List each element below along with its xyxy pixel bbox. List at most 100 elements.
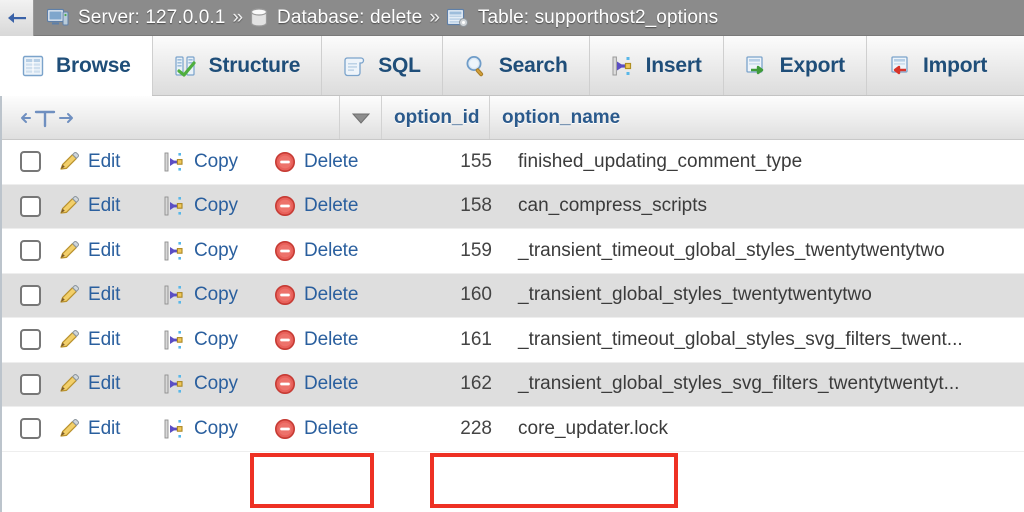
- tab-structure-label: Structure: [208, 53, 301, 77]
- copy-link[interactable]: Copy: [164, 240, 274, 262]
- row-checkbox[interactable]: [19, 151, 41, 173]
- pencil-icon: [58, 151, 80, 173]
- chevron-down-icon: [351, 113, 370, 124]
- row-select-cell[interactable]: [2, 151, 58, 173]
- tab-sql[interactable]: SQL: [322, 36, 443, 95]
- copy-link[interactable]: Copy: [164, 151, 274, 173]
- delete-link[interactable]: Delete: [274, 195, 394, 217]
- row-checkbox[interactable]: [19, 329, 41, 351]
- sort-dropdown-caret[interactable]: [340, 96, 382, 139]
- delete-link[interactable]: Delete: [274, 329, 394, 351]
- pencil-icon: [58, 195, 80, 217]
- table-row[interactable]: Edit Copy: [2, 184, 1024, 229]
- breadcrumb-server[interactable]: Server: 127.0.0.1: [34, 7, 225, 29]
- grid-header-row: option_id option_name: [2, 96, 1024, 140]
- delete-icon: [274, 418, 296, 440]
- table-row[interactable]: Edit Copy: [2, 362, 1024, 407]
- edit-link[interactable]: Edit: [58, 151, 164, 173]
- breadcrumb-separator-1: »: [232, 6, 244, 28]
- cell-option-name: _transient_global_styles_svg_filters_twe…: [518, 373, 960, 395]
- row-checkbox[interactable]: [19, 195, 41, 217]
- tab-insert-label: Insert: [645, 53, 702, 77]
- row-select-cell[interactable]: [2, 195, 58, 217]
- pencil-icon: [58, 240, 80, 262]
- edit-link[interactable]: Edit: [58, 418, 164, 440]
- column-header-label: option_id: [394, 106, 480, 128]
- pencil-icon: [58, 329, 80, 351]
- phpmyadmin-browse-screen: Server: 127.0.0.1 » Database: delete » T…: [0, 0, 1024, 512]
- tab-search[interactable]: Search: [443, 36, 590, 95]
- delete-link[interactable]: Delete: [274, 240, 394, 262]
- edit-label: Edit: [88, 195, 121, 217]
- copy-link[interactable]: Copy: [164, 329, 274, 351]
- edit-link[interactable]: Edit: [58, 240, 164, 262]
- edit-label: Edit: [88, 373, 121, 395]
- copy-link[interactable]: Copy: [164, 195, 274, 217]
- delete-icon: [274, 329, 296, 351]
- breadcrumb-database[interactable]: Database: delete: [250, 7, 422, 29]
- table-row[interactable]: Edit Copy: [2, 273, 1024, 318]
- cell-option-id: 160: [460, 284, 492, 306]
- copy-link[interactable]: Copy: [164, 284, 274, 306]
- row-select-cell[interactable]: [2, 240, 58, 262]
- table-row[interactable]: Edit Copy: [2, 407, 1024, 452]
- tab-structure[interactable]: Structure: [153, 36, 323, 95]
- copy-link[interactable]: Copy: [164, 418, 274, 440]
- row-checkbox[interactable]: [19, 284, 41, 306]
- delete-label: Delete: [304, 239, 359, 261]
- row-checkbox[interactable]: [19, 418, 41, 440]
- row-checkbox[interactable]: [19, 373, 41, 395]
- tab-export[interactable]: Export: [724, 36, 867, 95]
- copy-link[interactable]: Copy: [164, 373, 274, 395]
- cell-option-id: 162: [460, 373, 492, 395]
- column-header-option-id[interactable]: option_id: [382, 96, 490, 139]
- edit-link[interactable]: Edit: [58, 329, 164, 351]
- delete-label: Delete: [304, 195, 359, 217]
- cell-option-name: finished_updating_comment_type: [518, 150, 803, 172]
- delete-link[interactable]: Delete: [274, 418, 394, 440]
- pencil-icon: [58, 418, 80, 440]
- server-icon: [47, 8, 69, 28]
- import-icon: [888, 54, 912, 78]
- copy-label: Copy: [194, 150, 238, 172]
- table-row[interactable]: Edit Copy: [2, 229, 1024, 274]
- breadcrumb-server-label: Server: 127.0.0.1: [78, 6, 226, 28]
- row-checkbox[interactable]: [19, 240, 41, 262]
- row-select-cell[interactable]: [2, 284, 58, 306]
- back-button[interactable]: [0, 0, 34, 36]
- delete-icon: [274, 151, 296, 173]
- tab-browse[interactable]: Browse: [0, 36, 153, 96]
- cell-option-name: can_compress_scripts: [518, 195, 708, 217]
- delete-label: Delete: [304, 417, 359, 439]
- database-icon: [250, 7, 268, 28]
- copy-label: Copy: [194, 284, 238, 306]
- row-select-cell[interactable]: [2, 329, 58, 351]
- edit-link[interactable]: Edit: [58, 195, 164, 217]
- copy-label: Copy: [194, 417, 238, 439]
- delete-link[interactable]: Delete: [274, 151, 394, 173]
- edit-link[interactable]: Edit: [58, 373, 164, 395]
- tab-import[interactable]: Import: [867, 36, 1008, 95]
- breadcrumb-bar: Server: 127.0.0.1 » Database: delete » T…: [0, 0, 1024, 36]
- breadcrumb-table[interactable]: Table: supporthost2_options: [446, 7, 718, 29]
- breadcrumb-database-label: Database: delete: [277, 6, 423, 28]
- insert-icon: [611, 54, 635, 78]
- edit-label: Edit: [88, 239, 121, 261]
- table-row[interactable]: Edit Copy: [2, 140, 1024, 185]
- column-nav-control[interactable]: [2, 96, 340, 139]
- edit-label: Edit: [88, 150, 121, 172]
- row-select-cell[interactable]: [2, 373, 58, 395]
- edit-link[interactable]: Edit: [58, 284, 164, 306]
- delete-link[interactable]: Delete: [274, 284, 394, 306]
- delete-link[interactable]: Delete: [274, 373, 394, 395]
- delete-label: Delete: [304, 284, 359, 306]
- row-select-cell[interactable]: [2, 418, 58, 440]
- copy-label: Copy: [194, 373, 238, 395]
- tab-search-label: Search: [498, 53, 568, 77]
- table-row[interactable]: Edit Copy: [2, 318, 1024, 363]
- results-grid: option_id option_name Edit Copy Delete 1…: [0, 96, 1024, 512]
- copy-icon: [164, 195, 186, 217]
- tab-insert[interactable]: Insert: [590, 36, 724, 95]
- breadcrumb-separator-2: »: [429, 6, 440, 28]
- column-header-option-name[interactable]: option_name: [490, 96, 1024, 139]
